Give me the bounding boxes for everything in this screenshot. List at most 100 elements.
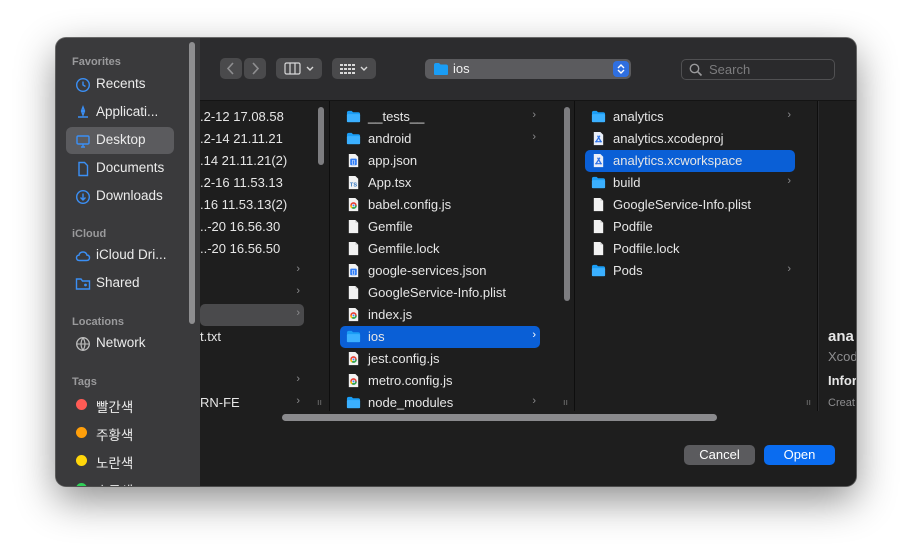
back-button[interactable] — [220, 58, 242, 79]
sidebar-item-[interactable]: 주황색 — [66, 419, 174, 446]
sidebar-item-shared[interactable]: Shared — [66, 270, 174, 297]
file-row[interactable]: Podfile — [585, 216, 795, 238]
row-label: Gemfile — [368, 219, 413, 234]
row-label: RN-FE — [200, 395, 240, 410]
file-row[interactable]: TS App.tsx — [340, 172, 540, 194]
folder-row[interactable]: ios › — [340, 326, 540, 348]
sidebar-item-label: Recents — [96, 76, 146, 91]
tags-header: Tags — [72, 376, 97, 388]
folder-row[interactable]: Pods › — [585, 260, 795, 282]
file-row[interactable]: GoogleService-Info.plist — [585, 194, 795, 216]
file-row[interactable]: ..-20 16.56.30 — [200, 216, 304, 238]
js-file-icon — [348, 373, 359, 388]
file-row[interactable]: index.js — [340, 304, 540, 326]
open-button[interactable]: Open — [764, 445, 835, 465]
disclosure-arrow-icon: › — [787, 263, 791, 275]
folder-icon — [346, 330, 361, 343]
disclosure-arrow-icon: › — [532, 395, 536, 407]
row-label: .2-14 21.11.21 — [200, 131, 283, 146]
column-resize-handle[interactable]: ıı — [806, 397, 811, 407]
row-label: index.js — [368, 307, 413, 322]
sidebar-item-[interactable]: 노란색 — [66, 447, 174, 474]
file-row[interactable]: .14 21.11.21(2) — [200, 150, 304, 172]
row-label: t.txt — [200, 329, 221, 344]
file-row[interactable]: GoogleService-Info.plist — [340, 282, 540, 304]
row-label: jest.config.js — [368, 351, 440, 366]
preview-kind: Xcod — [828, 349, 856, 364]
sidebar-item-icloud-dri[interactable]: iCloud Dri... — [66, 242, 174, 269]
view-mode-button[interactable] — [276, 58, 322, 79]
js-file-icon — [348, 197, 359, 212]
folder-row[interactable]: __tests__ › — [340, 106, 540, 128]
column-scrollbar[interactable] — [318, 107, 324, 165]
folder-row[interactable]: analytics › — [585, 106, 795, 128]
sidebar-item-label: Downloads — [96, 188, 163, 203]
row-label: GoogleService-Info.plist — [368, 285, 507, 300]
folder-icon — [591, 264, 606, 277]
path-label: ios — [453, 61, 470, 76]
file-row[interactable]: › — [200, 260, 304, 282]
file-row[interactable]: .2-16 11.53.13 — [200, 172, 304, 194]
file-row[interactable]: {} google-services.json — [340, 260, 540, 282]
sidebar-item-network[interactable]: Network — [66, 330, 174, 357]
file-row[interactable]: metro.config.js — [340, 370, 540, 392]
file-row[interactable] — [200, 348, 304, 370]
document-icon — [593, 197, 604, 212]
row-label: metro.config.js — [368, 373, 453, 388]
column-browser: .2-12 17.08.58 .2-14 21.11.21 .14 21.11.21… — [200, 101, 856, 411]
file-row[interactable]: › — [200, 282, 304, 304]
column-scrollbar[interactable] — [564, 107, 570, 301]
file-row[interactable]: {} app.json — [340, 150, 540, 172]
row-label: app.json — [368, 153, 418, 168]
file-row[interactable]: analytics.xcodeproj — [585, 128, 795, 150]
cancel-button[interactable]: Cancel — [684, 445, 755, 465]
file-row[interactable]: Gemfile — [340, 216, 540, 238]
row-label: ios — [368, 329, 385, 344]
file-row[interactable]: ..-20 16.56.50 — [200, 238, 304, 260]
path-chevron-icon — [613, 61, 629, 77]
file-row[interactable]: › — [200, 304, 304, 326]
sidebar-item-[interactable]: 초록색 — [66, 475, 174, 486]
sidebar-item-desktop[interactable]: Desktop — [66, 127, 174, 154]
file-row[interactable]: .2-12 17.08.58 — [200, 106, 304, 128]
row-label: .2-12 17.08.58 — [200, 109, 284, 124]
file-row[interactable]: t.txt — [200, 326, 304, 348]
sidebar-item-recents[interactable]: Recents — [66, 71, 174, 98]
disclosure-arrow-icon: › — [296, 307, 300, 319]
group-button[interactable] — [332, 58, 376, 79]
file-row[interactable]: Podfile.lock — [585, 238, 795, 260]
file-row[interactable]: › — [200, 370, 304, 392]
toolbar: ios Search — [200, 38, 856, 101]
file-row[interactable]: .2-14 21.11.21 — [200, 128, 304, 150]
row-label: ..-20 16.56.30 — [200, 219, 281, 234]
clock-icon — [75, 77, 91, 93]
folder-row[interactable]: build › — [585, 172, 795, 194]
path-popup[interactable]: ios — [425, 59, 631, 79]
row-label: analytics.xcodeproj — [613, 131, 724, 146]
typescript-file-icon: TS — [348, 175, 359, 190]
file-row[interactable]: .16 11.53.13(2) — [200, 194, 304, 216]
forward-button[interactable] — [244, 58, 266, 79]
document-icon — [593, 219, 604, 234]
column-resize-handle[interactable]: ıı — [317, 397, 322, 407]
columns-view-icon — [284, 62, 314, 75]
disclosure-arrow-icon: › — [787, 109, 791, 121]
file-row[interactable]: jest.config.js — [340, 348, 540, 370]
row-label: .16 11.53.13(2) — [200, 197, 288, 212]
folder-row[interactable]: node_modules › — [340, 392, 540, 411]
folder-row[interactable]: android › — [340, 128, 540, 150]
folder-icon — [591, 176, 606, 189]
disclosure-arrow-icon: › — [532, 131, 536, 143]
sidebar-item-documents[interactable]: Documents — [66, 155, 174, 182]
sidebar-item-applicati[interactable]: Applicati... — [66, 99, 174, 126]
horizontal-scrollbar[interactable] — [282, 414, 717, 421]
file-row[interactable]: analytics.xcworkspace — [585, 150, 795, 172]
file-row[interactable]: babel.config.js — [340, 194, 540, 216]
file-row[interactable]: Gemfile.lock — [340, 238, 540, 260]
file-row[interactable]: RN-FE › — [200, 392, 304, 411]
search-input[interactable]: Search — [681, 59, 835, 80]
sidebar-item-[interactable]: 빨간색 — [66, 391, 174, 418]
sidebar-scrollbar[interactable] — [189, 42, 195, 324]
sidebar-item-downloads[interactable]: Downloads — [66, 183, 174, 210]
column-resize-handle[interactable]: ıı — [563, 397, 568, 407]
